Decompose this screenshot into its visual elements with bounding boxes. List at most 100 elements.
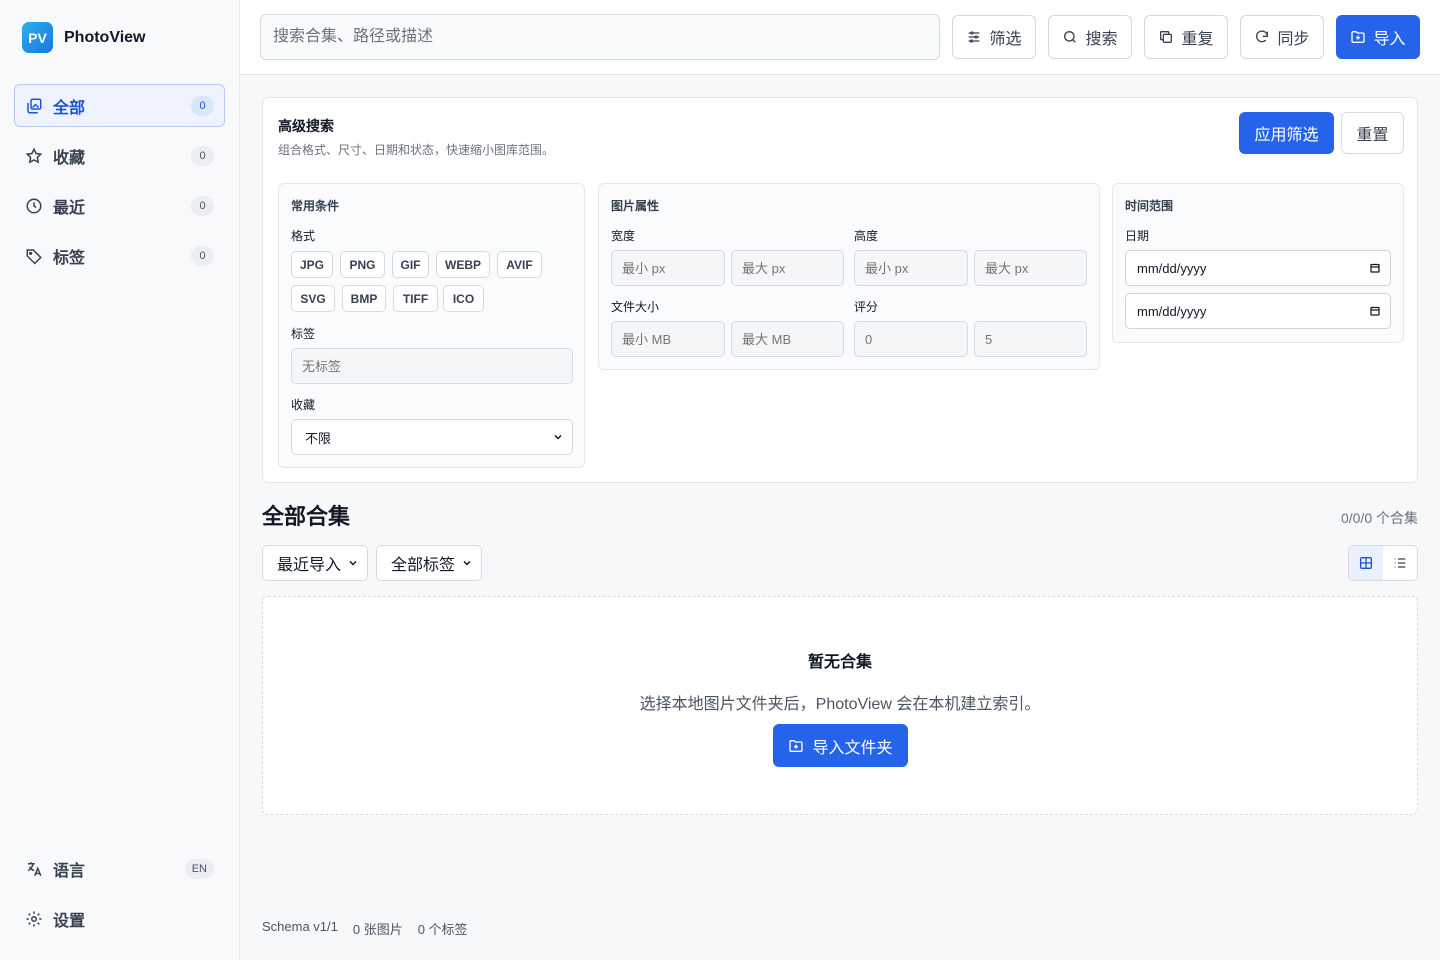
sidebar-item-language[interactable]: 语言 EN bbox=[14, 847, 225, 890]
height-label: 高度 bbox=[854, 229, 879, 243]
rating-min-input[interactable] bbox=[854, 321, 968, 357]
image-attributes-card: 图片属性 宽度 高度 文件大小 评分 bbox=[598, 183, 1100, 370]
sidebar-bottom-nav: 语言 EN 设置 bbox=[14, 847, 225, 947]
folder-plus-icon bbox=[789, 739, 804, 752]
search-icon bbox=[1064, 31, 1077, 43]
width-max-input[interactable] bbox=[731, 250, 844, 286]
clock-icon bbox=[26, 198, 42, 213]
tag-filter-select[interactable]: 全部标签 bbox=[376, 545, 482, 581]
schema-version: Schema v1/1 bbox=[262, 919, 338, 934]
width-min-input[interactable] bbox=[611, 250, 725, 286]
empty-title: 暂无合集 bbox=[807, 654, 872, 671]
format-chip-bmp[interactable]: BMP bbox=[342, 285, 386, 312]
sync-label: 同步 bbox=[1277, 31, 1310, 48]
tag-input[interactable] bbox=[291, 348, 573, 384]
format-chip-png[interactable]: PNG bbox=[340, 251, 385, 278]
search-label: 搜索 bbox=[1085, 31, 1118, 48]
sidebar: PV PhotoView 全部 0 收藏 0 最近 0 标签 0 语言 EN 设… bbox=[0, 0, 240, 960]
height-max-input[interactable] bbox=[974, 250, 1087, 286]
tag-count: 0 个标签 bbox=[417, 922, 468, 937]
sync-button[interactable]: 同步 bbox=[1240, 15, 1324, 59]
tag-icon bbox=[26, 248, 42, 265]
sidebar-item-label: 设置 bbox=[53, 912, 86, 930]
size-max-input[interactable] bbox=[731, 321, 844, 357]
format-chip-tiff[interactable]: TIFF bbox=[393, 285, 438, 312]
date-to-value: mm/dd/yyyy bbox=[1137, 303, 1207, 319]
width-label: 宽度 bbox=[611, 229, 636, 243]
import-folder-label: 导入文件夹 bbox=[812, 739, 893, 757]
import-folder-button[interactable]: 导入文件夹 bbox=[773, 724, 908, 767]
language-badge: EN bbox=[184, 858, 214, 879]
date-to-input[interactable]: mm/dd/yyyy bbox=[1125, 293, 1391, 329]
apply-filter-button[interactable]: 应用筛选 bbox=[1239, 112, 1334, 154]
topbar: 筛选 搜索 重复 同步 导入 bbox=[240, 0, 1440, 75]
favorite-selected-value: 不限 bbox=[305, 430, 332, 446]
size-min-input[interactable] bbox=[611, 321, 725, 357]
filter-label: 筛选 bbox=[989, 31, 1022, 48]
copy-icon bbox=[1160, 31, 1173, 43]
height-min-input[interactable] bbox=[854, 250, 968, 286]
grid-icon bbox=[1360, 557, 1372, 569]
chevron-down-icon bbox=[463, 560, 471, 566]
format-chip-jpg[interactable]: JPG bbox=[291, 251, 333, 278]
format-chip-ico[interactable]: ICO bbox=[443, 285, 484, 312]
common-conditions-card: 常用条件 格式 JPG PNG GIF WEBP AVIF SVG BMP TI… bbox=[278, 183, 585, 468]
filter-button[interactable]: 筛选 bbox=[952, 15, 1036, 59]
duplicate-button[interactable]: 重复 bbox=[1144, 15, 1228, 59]
rating-label: 评分 bbox=[854, 300, 879, 314]
search-input[interactable] bbox=[260, 14, 940, 60]
list-icon bbox=[1394, 558, 1406, 568]
import-label: 导入 bbox=[1373, 31, 1406, 48]
sidebar-item-recent[interactable]: 最近 0 bbox=[14, 184, 225, 227]
chevron-down-icon bbox=[554, 434, 562, 440]
sort-selected-value: 最近导入 bbox=[277, 557, 342, 574]
rating-max-input[interactable] bbox=[974, 321, 1087, 357]
format-chip-webp[interactable]: WEBP bbox=[436, 251, 490, 278]
format-label: 格式 bbox=[291, 229, 316, 243]
app-logo: PV bbox=[22, 22, 53, 53]
sidebar-item-label: 收藏 bbox=[53, 149, 86, 167]
count-badge: 0 bbox=[191, 95, 214, 116]
import-button[interactable]: 导入 bbox=[1336, 15, 1420, 59]
star-icon bbox=[25, 147, 43, 164]
calendar-icon bbox=[1370, 306, 1380, 316]
sidebar-item-all[interactable]: 全部 0 bbox=[14, 84, 225, 127]
sidebar-item-tags[interactable]: 标签 0 bbox=[14, 234, 225, 277]
brand[interactable]: PV PhotoView bbox=[22, 22, 146, 53]
date-label: 日期 bbox=[1125, 229, 1150, 243]
sidebar-item-label: 标签 bbox=[53, 249, 86, 267]
sidebar-item-label: 最近 bbox=[53, 199, 86, 217]
gallery-icon bbox=[27, 98, 42, 113]
card-title: 图片属性 bbox=[611, 199, 660, 213]
sidebar-item-label: 语言 bbox=[53, 862, 86, 880]
app-name: PhotoView bbox=[64, 28, 146, 46]
format-chip-gif[interactable]: GIF bbox=[392, 251, 429, 278]
sliders-icon bbox=[969, 31, 980, 43]
card-title: 时间范围 bbox=[1125, 199, 1174, 213]
count-badge: 0 bbox=[191, 195, 214, 216]
sidebar-item-label: 全部 bbox=[53, 99, 86, 117]
refresh-icon bbox=[1256, 30, 1269, 43]
sidebar-item-settings[interactable]: 设置 bbox=[14, 897, 225, 940]
translate-icon bbox=[27, 861, 42, 876]
grid-view-button[interactable] bbox=[1349, 546, 1383, 580]
sidebar-item-favorites[interactable]: 收藏 0 bbox=[14, 134, 225, 177]
tag-filter-selected-value: 全部标签 bbox=[391, 557, 456, 574]
status-footer: Schema v1/1 0 张图片 0 个标签 bbox=[262, 919, 468, 938]
favorite-select[interactable]: 不限 bbox=[291, 419, 573, 455]
calendar-icon bbox=[1370, 263, 1380, 273]
advanced-search-title: 高级搜索 bbox=[278, 118, 334, 134]
file-size-label: 文件大小 bbox=[611, 300, 660, 314]
date-from-input[interactable]: mm/dd/yyyy bbox=[1125, 250, 1391, 286]
format-chip-avif[interactable]: AVIF bbox=[497, 251, 542, 278]
reset-filter-button[interactable]: 重置 bbox=[1341, 112, 1404, 154]
sort-select[interactable]: 最近导入 bbox=[262, 545, 368, 581]
search-button[interactable]: 搜索 bbox=[1048, 15, 1132, 59]
empty-collections-state: 暂无合集 选择本地图片文件夹后，PhotoView 会在本机建立索引。 导入文件… bbox=[262, 596, 1418, 815]
view-toggle bbox=[1348, 545, 1418, 581]
list-view-button[interactable] bbox=[1383, 546, 1417, 580]
favorite-label: 收藏 bbox=[291, 398, 316, 412]
collections-count: 0/0/0 个合集 bbox=[1340, 510, 1418, 526]
image-count: 0 张图片 bbox=[352, 922, 403, 937]
format-chip-svg[interactable]: SVG bbox=[291, 285, 335, 312]
